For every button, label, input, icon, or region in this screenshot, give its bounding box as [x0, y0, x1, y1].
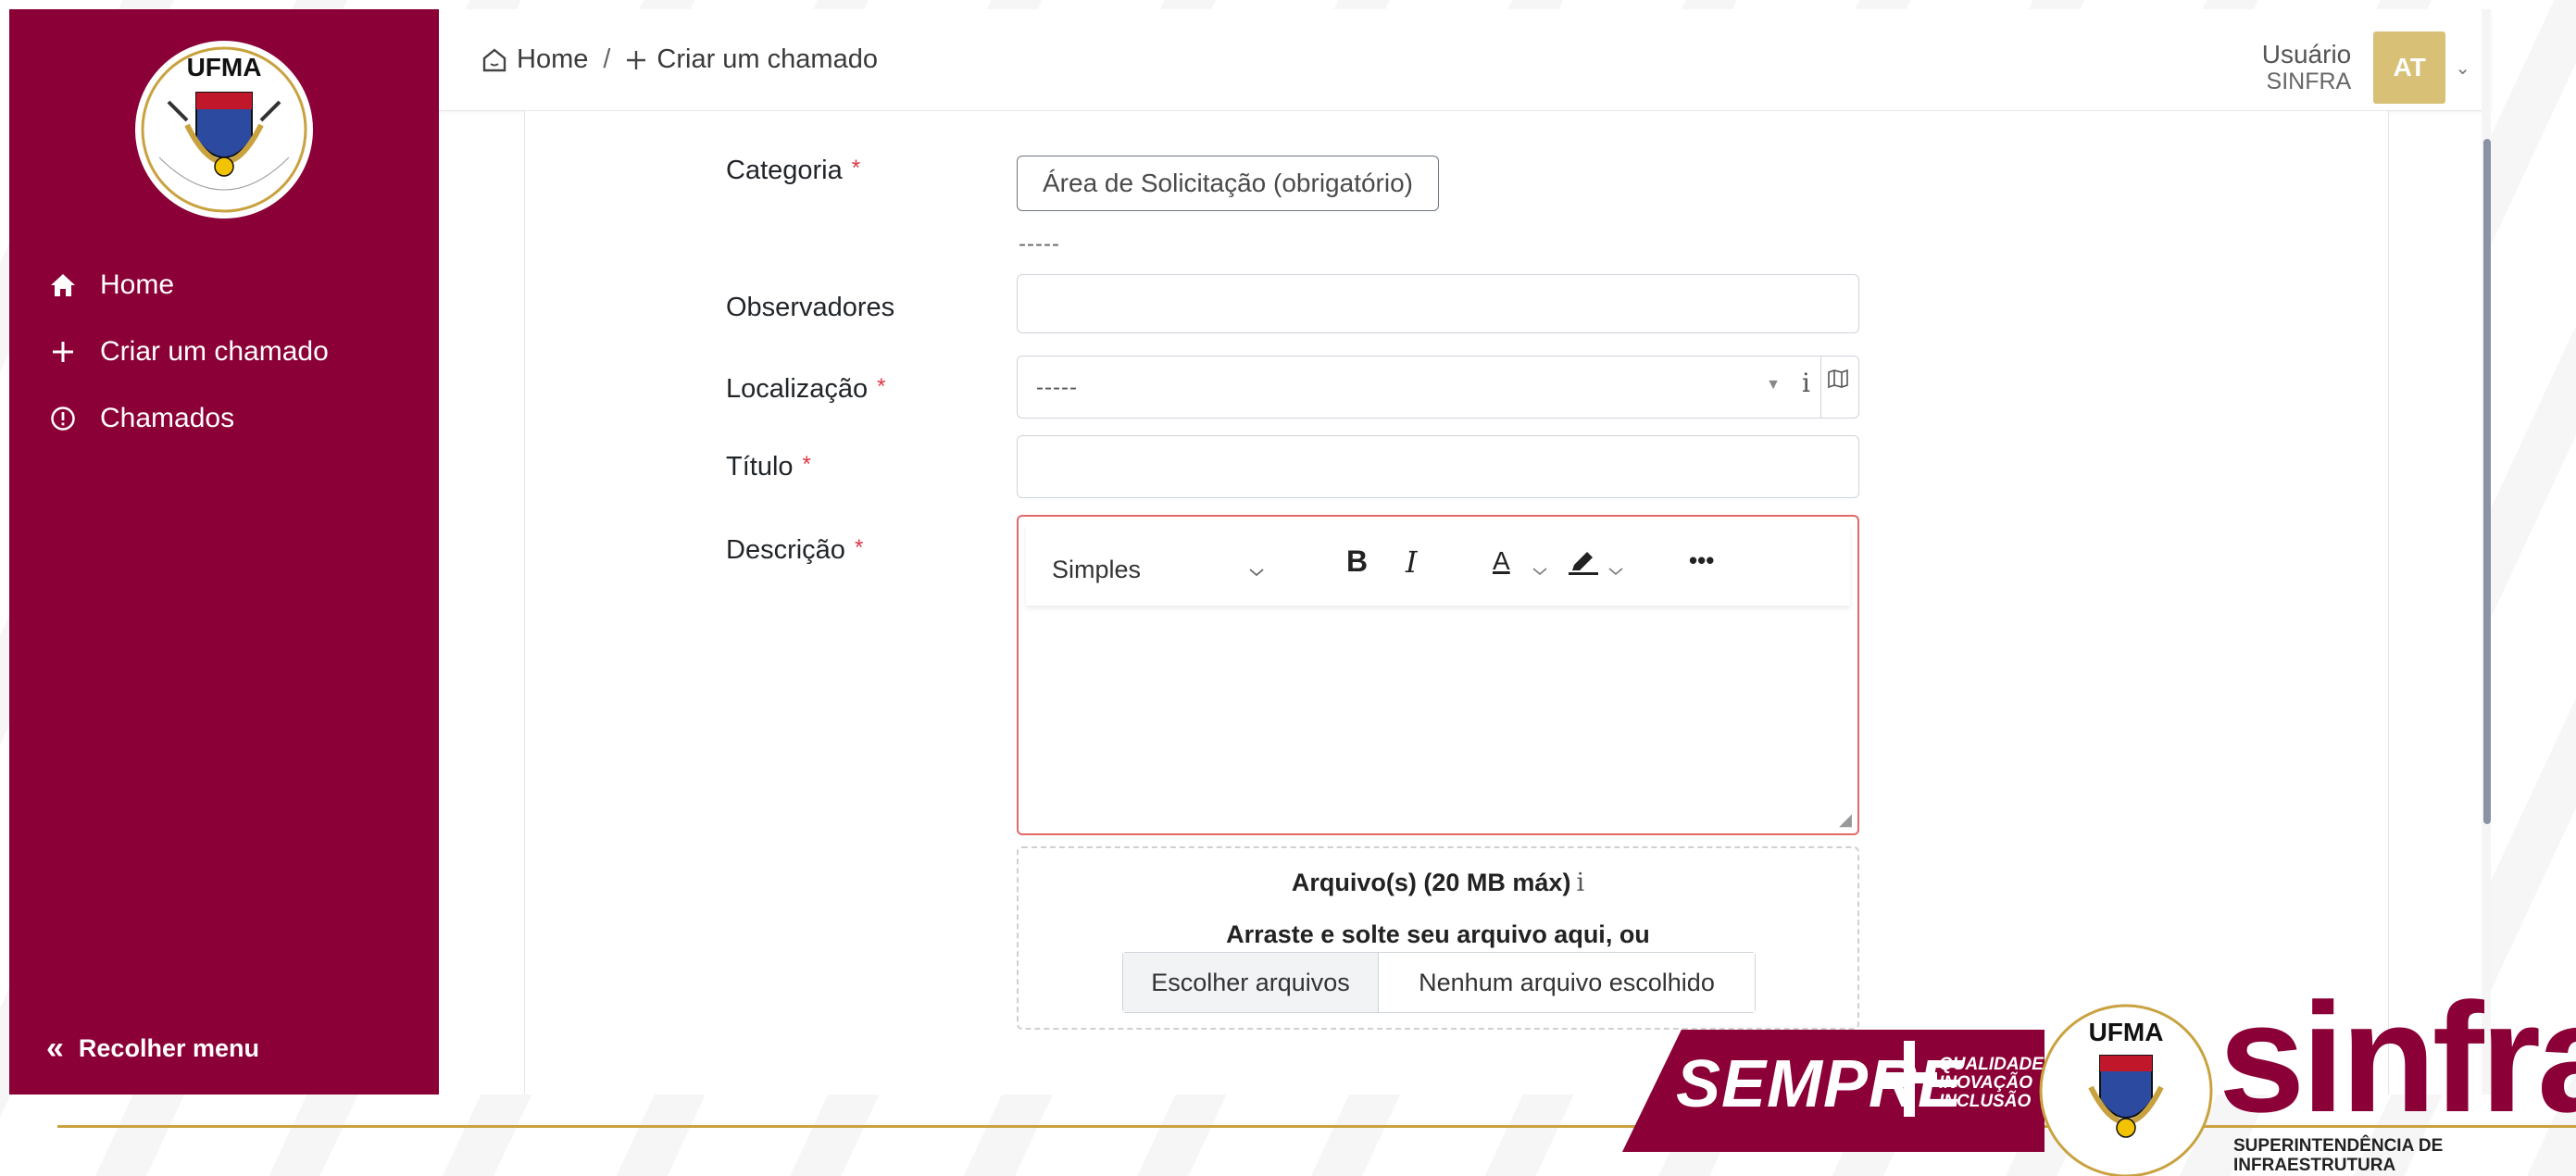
resize-handle-icon[interactable]: ◢	[1839, 810, 1852, 830]
top-header: Home / Criar um chamado Usuário SINFRA A…	[439, 9, 2491, 111]
italic-button[interactable]: I	[1406, 544, 1418, 580]
sidebar-item-label: Criar um chamado	[100, 336, 329, 367]
editor-body[interactable]	[1028, 619, 1848, 815]
breadcrumb: Home / Criar um chamado	[481, 44, 878, 75]
sidebar-nav: Home Criar um chamado Chamados	[46, 252, 329, 452]
titulo-label: Título *	[726, 452, 811, 482]
chevron-down-icon[interactable]: ⌄	[2455, 56, 2470, 80]
localizacao-value: -----	[1036, 375, 1078, 400]
sidebar-item-home[interactable]: Home	[46, 252, 329, 319]
sidebar: UFMA Home Criar um chamado Chamados « Re…	[9, 9, 439, 1095]
logo-text: UFMA	[187, 53, 262, 81]
alert-circle-icon	[46, 406, 80, 432]
required-mark: *	[802, 452, 811, 477]
scrollbar-thumb[interactable]	[2483, 139, 2491, 824]
ufma-logo: UFMA	[131, 37, 317, 222]
sinfra-subtitle: SUPERINTENDÊNCIA DE INFRAESTRUTURA	[2233, 1136, 2444, 1175]
editor-toolbar: Simples B I A •••	[1026, 524, 1850, 606]
file-dropzone[interactable]: Arquivo(s) (20 MB máx) i Arraste e solte …	[1017, 846, 1859, 1030]
required-mark: *	[851, 156, 861, 181]
sidebar-item-label: Chamados	[100, 403, 235, 433]
titulo-field[interactable]	[1017, 435, 1859, 498]
required-mark: *	[877, 374, 886, 399]
plus-icon	[1880, 1037, 1939, 1125]
sempre-tags: QUALIDADE INOVAÇÃO INCLUSÃO	[1939, 1055, 2044, 1111]
ufma-seal: UFMA	[2033, 998, 2219, 1176]
map-icon[interactable]	[1827, 368, 1849, 394]
font-color-button[interactable]: A	[1493, 546, 1510, 576]
file-input[interactable]: Escolher arquivos Nenhum arquivo escolhi…	[1122, 952, 1756, 1013]
observadores-label: Observadores	[726, 293, 895, 322]
user-org: SINFRA	[2266, 68, 2352, 94]
descricao-editor[interactable]: Simples B I A ••• ◢	[1017, 515, 1859, 835]
home-icon	[46, 272, 80, 298]
bold-button[interactable]: B	[1346, 544, 1368, 579]
chevron-down-icon[interactable]	[1607, 550, 1624, 584]
user-name: Usuário	[2261, 39, 2352, 69]
user-menu[interactable]: Usuário SINFRA AT ⌄	[2262, 31, 2470, 104]
format-select-value: Simples	[1052, 555, 1142, 583]
format-select[interactable]: Simples	[1041, 546, 1280, 593]
categoria-select-button[interactable]: Área de Solicitação (obrigatório)	[1017, 156, 1439, 211]
home-outline-icon	[481, 47, 507, 73]
breadcrumb-home-link[interactable]: Home	[517, 44, 588, 75]
caret-down-icon[interactable]: ▼	[1766, 377, 1781, 394]
double-chevron-left-icon: «	[46, 1031, 64, 1066]
highlighter-icon[interactable]	[1567, 546, 1600, 583]
chevron-down-icon[interactable]	[1532, 550, 1548, 584]
collapse-menu-label: Recolher menu	[78, 1033, 259, 1062]
dropzone-title: Arquivo(s) (20 MB máx)	[1291, 869, 1571, 896]
observadores-field[interactable]	[1017, 274, 1859, 333]
info-icon[interactable]: i	[1802, 368, 1810, 398]
sidebar-item-chamados[interactable]: Chamados	[46, 385, 329, 452]
chevron-down-icon	[1248, 556, 1265, 584]
sidebar-item-criar-chamado[interactable]: Criar um chamado	[46, 319, 329, 385]
required-mark: *	[854, 535, 864, 560]
collapse-menu-button[interactable]: « Recolher menu	[46, 1032, 259, 1064]
no-file-text: Nenhum arquivo escolhido	[1379, 953, 1755, 1012]
avatar[interactable]: AT	[2373, 31, 2446, 104]
breadcrumb-current: Criar um chamado	[657, 44, 878, 74]
breadcrumb-separator: /	[603, 44, 611, 74]
plus-icon	[625, 49, 647, 71]
descricao-label: Descrição *	[726, 535, 864, 565]
localizacao-select[interactable]: ----- ▼ i	[1017, 356, 1859, 419]
categoria-label: Categoria *	[726, 156, 861, 185]
plus-icon	[46, 340, 80, 364]
dropzone-subtitle: Arraste e solte seu arquivo aqui, ou	[1226, 920, 1650, 948]
seal-text: UFMA	[2089, 1018, 2164, 1046]
more-options-button[interactable]: •••	[1689, 546, 1714, 575]
info-icon[interactable]: i	[1576, 869, 1584, 897]
categoria-subtext: -----	[1019, 231, 1060, 256]
sinfra-logo-text: sinfra	[2219, 970, 2576, 1145]
sidebar-item-label: Home	[100, 269, 175, 300]
choose-files-button[interactable]: Escolher arquivos	[1123, 953, 1379, 1012]
localizacao-label: Localização *	[726, 374, 886, 404]
